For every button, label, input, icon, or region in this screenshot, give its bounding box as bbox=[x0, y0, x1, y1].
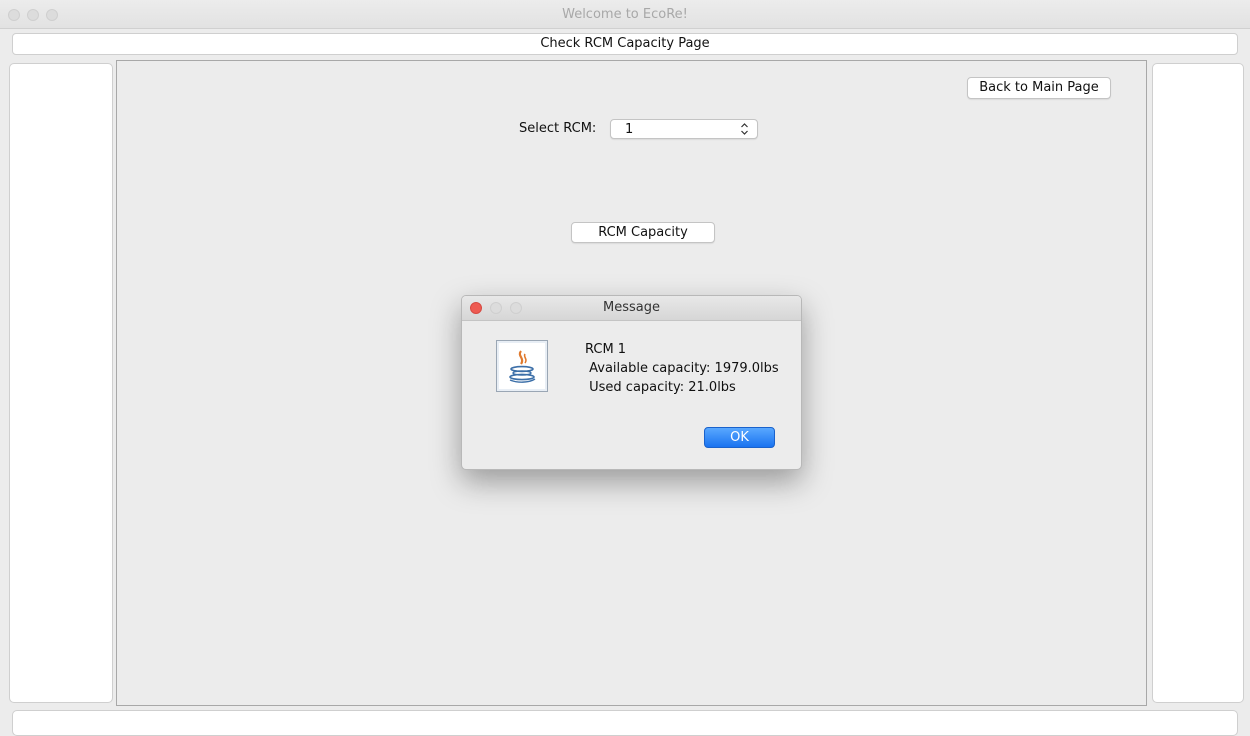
right-panel bbox=[1152, 63, 1244, 703]
java-icon bbox=[496, 340, 548, 392]
rcm-select[interactable]: 1 bbox=[610, 119, 758, 139]
message-dialog: Message RCM 1 Available capacity: 1979.0… bbox=[461, 295, 802, 470]
rcm-select-value: 1 bbox=[625, 122, 634, 137]
message-line: Used capacity: 21.0lbs bbox=[585, 380, 736, 395]
chevron-up-down-icon bbox=[740, 120, 749, 144]
ok-button[interactable]: OK bbox=[704, 427, 775, 448]
rcm-capacity-button[interactable]: RCM Capacity bbox=[571, 222, 715, 243]
message-line: RCM 1 bbox=[585, 342, 627, 357]
dialog-titlebar: Message bbox=[462, 296, 801, 321]
select-rcm-label: Select RCM: bbox=[519, 121, 597, 136]
message-line: Available capacity: 1979.0lbs bbox=[585, 361, 779, 376]
window-title: Welcome to EcoRe! bbox=[562, 7, 688, 22]
page-title: Check RCM Capacity Page bbox=[12, 33, 1238, 55]
back-to-main-button[interactable]: Back to Main Page bbox=[967, 77, 1111, 99]
left-panel bbox=[9, 63, 113, 703]
bottom-panel bbox=[12, 710, 1238, 736]
dialog-title: Message bbox=[603, 300, 660, 315]
window-titlebar: Welcome to EcoRe! bbox=[0, 0, 1250, 29]
